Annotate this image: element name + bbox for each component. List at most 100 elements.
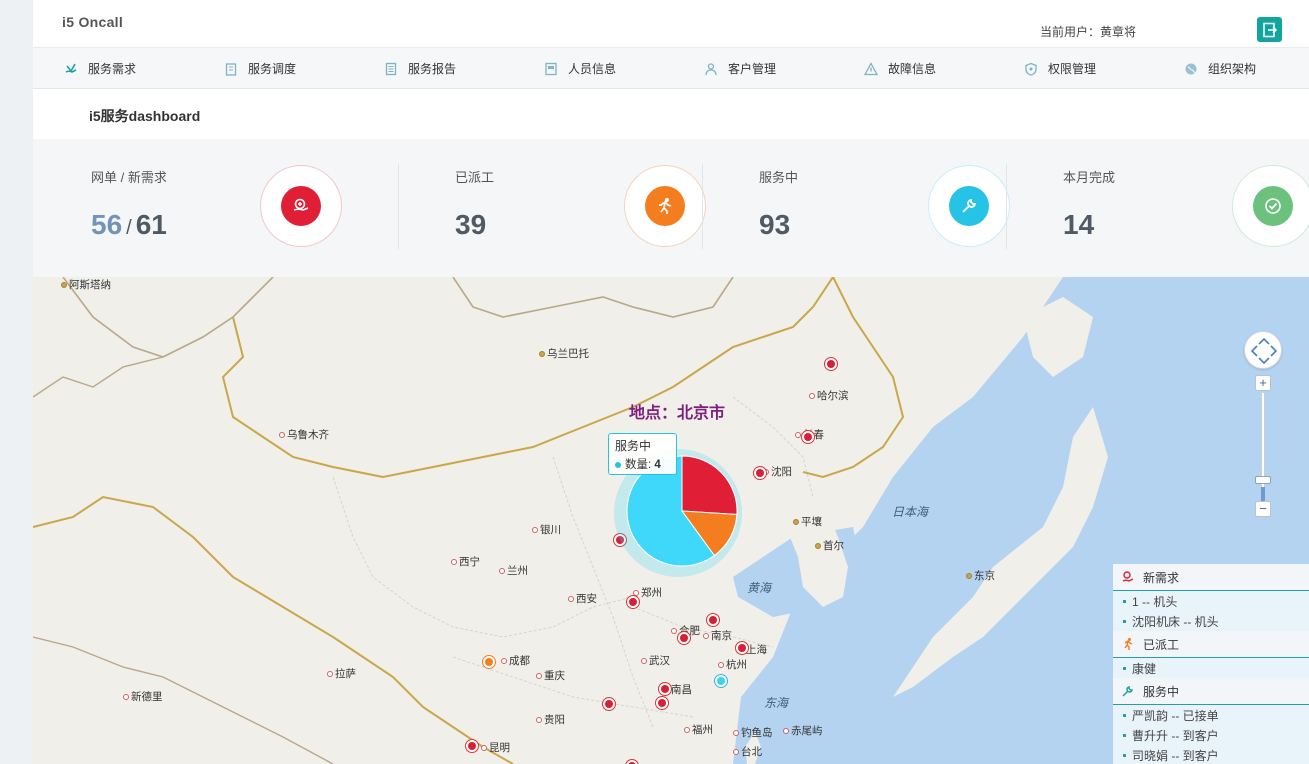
tooltip-series: 数量 xyxy=(625,459,648,471)
nav-item-service-request[interactable]: 服务需求 xyxy=(64,48,136,89)
legend-item[interactable]: 严凯韵 -- 已接单 xyxy=(1113,705,1309,725)
city-label: 西宁 xyxy=(451,554,480,569)
stats-panel: 网单 / 新需求 56/61 已派工 39 服务中 93 本月完成 14 xyxy=(33,139,1309,277)
map-marker[interactable] xyxy=(735,641,749,655)
legend-item[interactable]: 1 -- 机头 xyxy=(1113,591,1309,611)
stat-card-new-requests[interactable]: 网单 / 新需求 56/61 xyxy=(33,139,342,277)
check-icon xyxy=(1253,186,1293,226)
zoom-out-button[interactable]: − xyxy=(1255,501,1271,517)
legend-group-title: 服务中 xyxy=(1143,684,1180,699)
pie-slice[interactable] xyxy=(681,455,738,515)
map-marker[interactable] xyxy=(706,613,720,627)
legend-item[interactable]: 沈阳机床 -- 机头 xyxy=(1113,611,1309,631)
map-marker[interactable] xyxy=(465,739,479,753)
stat-label: 网单 / 新需求 xyxy=(91,170,167,185)
city-label: 兰州 xyxy=(499,563,528,578)
nav-label: 权限管理 xyxy=(1048,62,1097,76)
map-marker[interactable] xyxy=(824,357,838,371)
nav-item-org-structure[interactable]: 组织架构 xyxy=(1184,48,1256,89)
nav-item-fault-info[interactable]: 故障信息 xyxy=(864,48,936,89)
sea-label: 东海 xyxy=(764,696,789,710)
warning-icon xyxy=(864,61,878,76)
nav-item-customer-management[interactable]: 客户管理 xyxy=(704,48,776,89)
map-marker[interactable] xyxy=(602,697,616,711)
city-label: 新德里 xyxy=(123,689,163,704)
hand-plus-icon xyxy=(1121,570,1135,584)
id-card-icon xyxy=(544,62,558,76)
map-marker[interactable] xyxy=(482,655,496,669)
stat-card-dispatched[interactable]: 已派工 39 xyxy=(397,139,706,277)
stat-card-in-service[interactable]: 服务中 93 xyxy=(701,139,1010,277)
map-marker[interactable] xyxy=(655,696,669,710)
map-marker[interactable] xyxy=(801,430,815,444)
page-title-bar: i5服务dashboard xyxy=(33,89,1309,139)
nav-item-permissions[interactable]: 权限管理 xyxy=(1024,48,1096,89)
nav-label: 人员信息 xyxy=(568,62,617,76)
stat-separator: / xyxy=(126,217,132,239)
stat-ring xyxy=(928,165,1010,247)
main-nav: 服务需求 服务调度 服务报告 人员信息 客户管理 故障信息 权限管理 组织架构 xyxy=(33,48,1309,89)
nav-item-service-dispatch[interactable]: 服务调度 xyxy=(224,48,296,89)
city-label: 乌鲁木齐 xyxy=(279,427,329,442)
city-label: 成都 xyxy=(501,653,530,668)
city-label: 平壤 xyxy=(793,514,822,529)
tooltip-title: 服务中 xyxy=(615,439,652,453)
clipboard-icon xyxy=(224,62,238,76)
hand-icon xyxy=(64,62,78,76)
zoom-slider-handle[interactable] xyxy=(1255,476,1271,484)
map-pan-control[interactable] xyxy=(1244,331,1282,369)
zoom-in-button[interactable]: + xyxy=(1255,375,1271,391)
nav-item-staff-info[interactable]: 人员信息 xyxy=(544,48,616,89)
legend-item[interactable]: 康健 xyxy=(1113,658,1309,678)
sea-label: 黄海 xyxy=(747,581,772,595)
legend-group-header-in-service[interactable]: 服务中 xyxy=(1113,678,1309,705)
city-label: 东京 xyxy=(966,568,995,583)
stat-label: 服务中 xyxy=(759,170,799,185)
stat-label: 本月完成 xyxy=(1063,170,1116,185)
pie-tooltip: 服务中 数量: 4 xyxy=(608,433,677,475)
shield-icon xyxy=(1024,62,1038,76)
nav-item-service-report[interactable]: 服务报告 xyxy=(384,48,456,89)
zoom-slider-fill xyxy=(1261,487,1265,502)
city-label: 武汉 xyxy=(641,653,670,668)
tooltip-row: 数量: 4 xyxy=(615,456,670,472)
city-label: 乌兰巴托 xyxy=(539,346,589,361)
map-marker[interactable] xyxy=(626,595,640,609)
stat-value: 39 xyxy=(455,209,487,240)
stat-label: 已派工 xyxy=(455,170,495,185)
city-label: 南京 xyxy=(703,628,732,643)
app-title: i5 Oncall xyxy=(62,14,124,30)
nav-label: 组织架构 xyxy=(1208,62,1257,76)
stat-ring xyxy=(624,165,706,247)
legend-group-header-new[interactable]: 新需求 xyxy=(1113,564,1309,591)
city-label: 银川 xyxy=(532,522,561,537)
logout-button[interactable] xyxy=(1257,17,1282,42)
service-map[interactable]: 阿斯塔纳 乌兰巴托 乌鲁木齐 哈尔滨 长春 沈阳 平壤 首尔 银川 西宁 兰州 … xyxy=(33,277,1309,764)
legend-group-header-dispatched[interactable]: 已派工 xyxy=(1113,631,1309,658)
city-label: 贵阳 xyxy=(536,712,565,727)
legend-item[interactable]: 司晓娟 -- 到客户 xyxy=(1113,745,1309,764)
stat-value-orders: 56 xyxy=(91,209,123,240)
map-marker[interactable] xyxy=(677,631,691,645)
nav-label: 服务调度 xyxy=(248,62,297,76)
map-marker[interactable] xyxy=(658,682,672,696)
stat-value: 56/61 xyxy=(91,209,167,241)
app-shell: i5 Oncall 当前用户：黄章将 服务需求 服务调度 服务报告 人员信息 客… xyxy=(33,0,1309,764)
legend-item[interactable]: 曹升升 -- 到客户 xyxy=(1113,725,1309,745)
nav-label: 客户管理 xyxy=(728,62,777,76)
tooltip-value: 4 xyxy=(654,459,661,471)
runner-icon xyxy=(645,186,685,226)
stat-card-completed-month[interactable]: 本月完成 14 xyxy=(1005,139,1309,277)
legend-group-title: 已派工 xyxy=(1143,637,1180,652)
globe-icon xyxy=(1184,62,1198,76)
top-bar: i5 Oncall 当前用户：黄章将 xyxy=(33,0,1309,48)
map-marker[interactable] xyxy=(753,466,767,480)
location-label: 地点：北京市 xyxy=(629,403,726,422)
stat-ring xyxy=(1232,165,1309,247)
runner-icon xyxy=(1121,637,1135,651)
city-label: 拉萨 xyxy=(327,666,356,681)
city-label: 沈阳 xyxy=(763,464,792,479)
map-marker[interactable] xyxy=(714,674,728,688)
city-label: 赤尾屿 xyxy=(783,723,823,738)
pan-arrows-icon xyxy=(1250,337,1278,365)
